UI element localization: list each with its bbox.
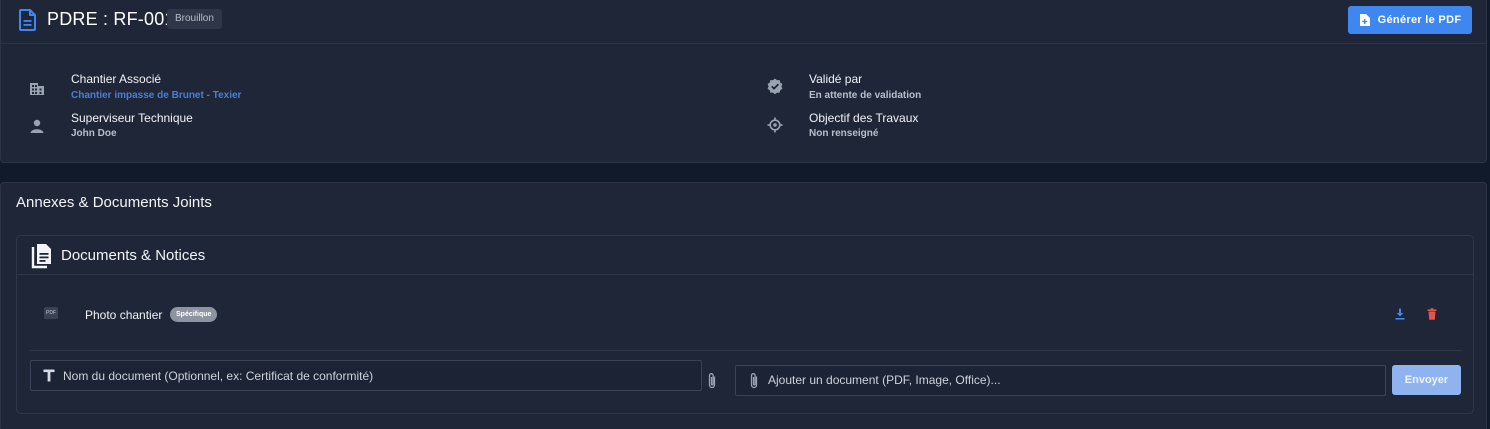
page-header: PDRE : RF-001 Brouillon Générer le PDF — [1, 1, 1486, 44]
documents-panel-header: Documents & Notices — [17, 236, 1473, 275]
superviseur-value: John Doe — [71, 128, 117, 139]
download-icon[interactable] — [1394, 308, 1406, 320]
documents-stack-icon — [31, 244, 51, 269]
validation-label: Validé par — [809, 72, 863, 86]
upload-placeholder: Ajouter un document (PDF, Image, Office)… — [768, 373, 1001, 387]
paperclip-icon[interactable] — [706, 372, 718, 390]
supervisor-icon — [30, 119, 44, 133]
send-button[interactable]: Envoyer — [1392, 365, 1461, 395]
generate-pdf-label: Générer le PDF — [1377, 14, 1462, 26]
validation-value: En attente de validation — [809, 90, 922, 101]
chantier-label: Chantier Associé — [71, 72, 162, 86]
pdf-file-icon: PDF — [44, 307, 58, 319]
text-format-icon — [43, 369, 55, 382]
chantier-link[interactable]: Chantier impasse de Brunet - Texier — [71, 90, 241, 101]
file-plus-icon — [1359, 14, 1370, 26]
document-name-field[interactable] — [30, 360, 702, 391]
annexes-title: Annexes & Documents Joints — [16, 194, 212, 211]
rapport-summary-card: PDRE : RF-001 Brouillon Générer le PDF C… — [0, 0, 1487, 163]
trash-icon[interactable] — [1426, 308, 1438, 320]
building-icon — [30, 83, 44, 95]
divider — [30, 350, 1462, 351]
crosshair-icon — [767, 117, 783, 133]
attach-icon — [750, 373, 758, 389]
document-name[interactable]: Photo chantier — [85, 308, 162, 322]
annexes-card: Annexes & Documents Joints Documents & N… — [0, 182, 1487, 429]
superviseur-label: Superviseur Technique — [71, 111, 193, 125]
documents-panel: Documents & Notices PDF Photo chantier S… — [16, 235, 1474, 414]
document-name-input[interactable] — [63, 361, 683, 390]
verified-badge-icon — [767, 78, 783, 94]
page-title: PDRE : RF-001 — [47, 9, 175, 29]
document-tag: Spécifique — [170, 307, 218, 322]
objectif-label: Objectif des Travaux — [809, 111, 919, 125]
status-badge: Brouillon — [167, 9, 222, 29]
document-row: PDF Photo chantier Spécifique — [17, 294, 1473, 334]
objectif-value: Non renseigné — [809, 128, 879, 139]
documents-panel-title: Documents & Notices — [61, 247, 206, 264]
document-upload-field[interactable]: Ajouter un document (PDF, Image, Office)… — [735, 365, 1386, 396]
generate-pdf-button[interactable]: Générer le PDF — [1348, 6, 1472, 34]
document-icon — [19, 9, 36, 31]
